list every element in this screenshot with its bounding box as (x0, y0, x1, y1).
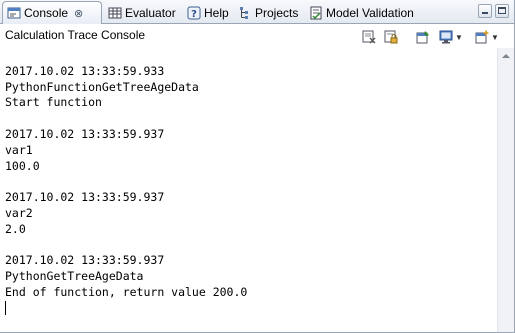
output-line: 2017.10.02 13:33:59.937 (5, 190, 165, 205)
scroll-up-arrow-icon[interactable] (498, 48, 514, 64)
console-output[interactable]: 2017.10.02 13:33:59.933 PythonFunctionGet… (0, 48, 496, 332)
chevron-down-icon[interactable]: ▼ (455, 33, 463, 42)
pin-icon (416, 30, 430, 44)
tab-console[interactable]: Console ⊗ (2, 1, 102, 24)
open-console-button[interactable]: ▼ (475, 28, 499, 46)
monitor-icon (439, 30, 453, 44)
output-line: 2017.10.02 13:33:59.933 (5, 63, 165, 78)
svg-text:?: ? (191, 9, 197, 20)
tab-help-label: Help (204, 5, 229, 20)
output-line: End of function, return value 200.0 (5, 284, 248, 299)
text-cursor (5, 301, 6, 316)
output-line: var2 (5, 205, 33, 220)
view-tab-strip: Console ⊗ Evaluator ? Help Projects Mode… (0, 0, 514, 24)
tab-console-label: Console (24, 6, 69, 20)
vertical-scrollbar[interactable] (497, 48, 514, 332)
clear-console-icon (362, 30, 376, 44)
display-console-button[interactable]: ▼ (439, 28, 463, 46)
output-line: 100.0 (5, 158, 40, 173)
help-icon: ? (187, 6, 201, 20)
grid-icon (108, 6, 122, 20)
maximize-icon[interactable] (495, 4, 509, 18)
tab-help[interactable]: ? Help (187, 2, 235, 23)
output-line: 2017.10.02 13:33:59.937 (5, 253, 165, 268)
close-icon[interactable]: ⊗ (74, 7, 83, 20)
console-title: Calculation Trace Console (5, 28, 146, 42)
console-text: 2017.10.02 13:33:59.933 PythonFunctionGet… (0, 48, 496, 317)
output-line: 2.0 (5, 221, 26, 236)
output-line: var1 (5, 142, 33, 157)
output-line: 2017.10.02 13:33:59.937 (5, 126, 165, 141)
tab-evaluator[interactable]: Evaluator (108, 2, 184, 23)
output-line: Start function (5, 95, 102, 110)
tab-model-validation-label: Model Validation (326, 5, 414, 20)
console-header: Calculation Trace Console ▼ ▼ (0, 24, 514, 48)
pin-console-button[interactable] (416, 28, 430, 46)
output-line: PythonGetTreeAgeData (5, 269, 144, 284)
console-icon (7, 6, 21, 20)
scroll-lock-button[interactable] (384, 28, 398, 46)
tab-model-validation[interactable]: Model Validation (309, 2, 425, 23)
tab-projects-label: Projects (255, 5, 299, 20)
scroll-lock-icon (384, 30, 398, 44)
projects-icon (238, 6, 252, 20)
text-cursor-line (5, 301, 496, 317)
minimize-icon[interactable] (478, 4, 492, 18)
clear-console-button[interactable] (362, 28, 376, 46)
validation-icon (309, 6, 323, 20)
console-view-window: Console ⊗ Evaluator ? Help Projects Mode… (0, 0, 515, 333)
output-line: PythonFunctionGetTreeAgeData (5, 79, 199, 94)
new-console-icon (475, 30, 489, 44)
tab-evaluator-label: Evaluator (125, 5, 176, 20)
chevron-down-icon[interactable]: ▼ (491, 33, 499, 42)
tab-projects[interactable]: Projects (238, 2, 306, 23)
